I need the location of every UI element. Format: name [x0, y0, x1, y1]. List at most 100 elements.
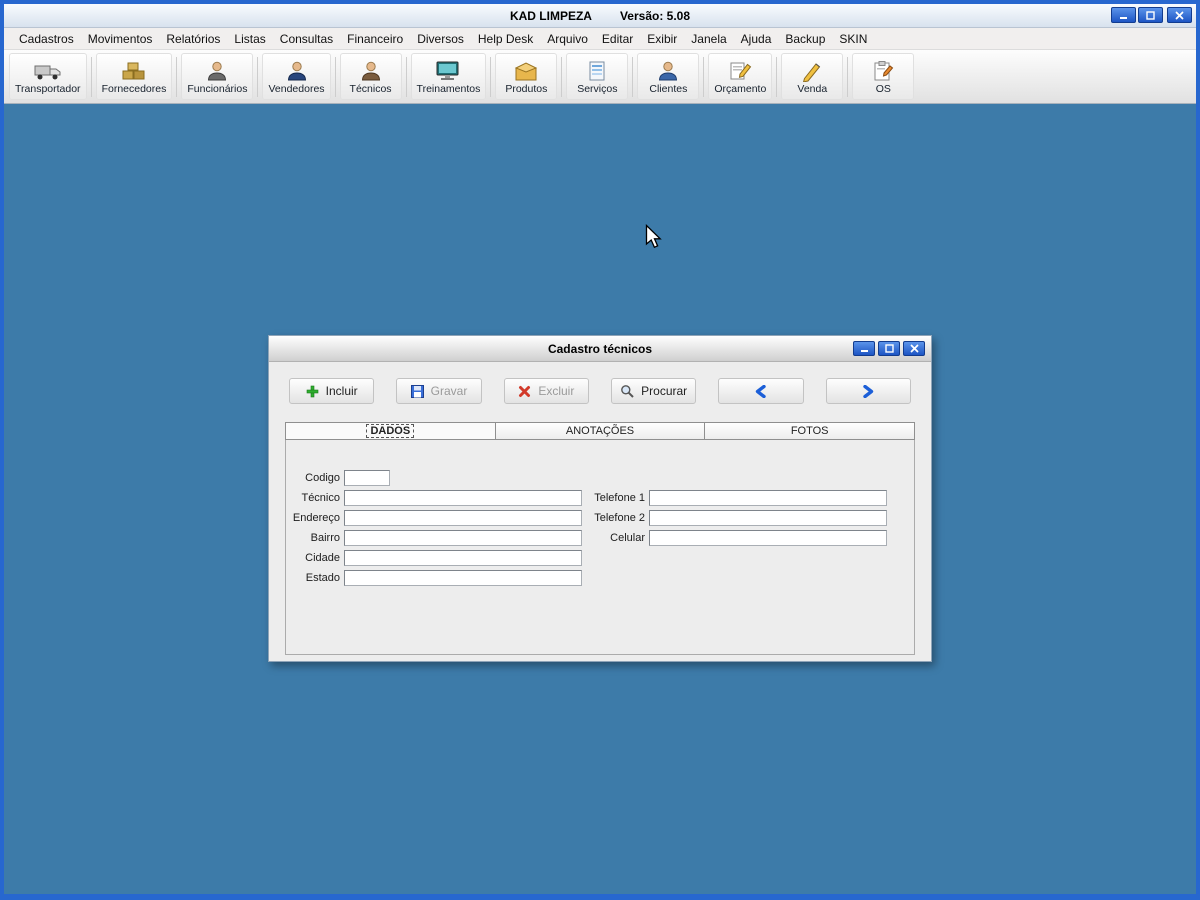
maximize-icon: [1146, 10, 1155, 20]
field-input-celular[interactable]: [649, 530, 887, 546]
field-input-bairro[interactable]: [344, 530, 582, 546]
incluir-button[interactable]: Incluir: [289, 378, 375, 404]
toolbar-button-label: Serviços: [577, 83, 618, 95]
form-left-column: Codigo Técnico Endereço Bairro Cidade Estado: [290, 468, 582, 588]
menu-item-skin[interactable]: SKIN: [832, 29, 874, 49]
menu-bar: Cadastros Movimentos Relatórios Listas Consu…: [4, 28, 1196, 50]
incluir-button-label: Incluir: [325, 384, 358, 398]
field-input-endereco[interactable]: [344, 510, 582, 526]
menu-item-diversos[interactable]: Diversos: [410, 29, 471, 49]
menu-item-ajuda[interactable]: Ajuda: [734, 29, 779, 49]
arrow-right-icon: [861, 384, 875, 398]
excluir-button[interactable]: Excluir: [503, 378, 589, 404]
toolbar-button-os[interactable]: OS: [852, 53, 915, 100]
menu-item-consultas[interactable]: Consultas: [273, 29, 340, 49]
field-input-cidade[interactable]: [344, 550, 582, 566]
menu-item-backup[interactable]: Backup: [778, 29, 832, 49]
field-label-endereco: Endereço: [292, 512, 340, 524]
previous-record-button[interactable]: [718, 378, 804, 404]
truck-icon: [34, 58, 62, 82]
toolbar-button-label: Fornecedores: [101, 83, 167, 95]
field-input-estado[interactable]: [344, 570, 582, 586]
dialog-minimize-button[interactable]: [853, 341, 875, 356]
form-row: Telefone 1: [590, 488, 887, 508]
plus-icon: [306, 385, 319, 398]
toolbar-separator: [405, 56, 407, 97]
services-document-icon: [586, 58, 608, 82]
field-label-bairro: Bairro: [310, 532, 340, 544]
toolbar-button-venda[interactable]: Venda: [781, 53, 844, 100]
delete-icon: [518, 385, 531, 398]
field-label-estado: Estado: [305, 572, 340, 584]
menu-item-janela[interactable]: Janela: [684, 29, 733, 49]
toolbar-button-label: OS: [875, 83, 891, 95]
maximize-button[interactable]: [1138, 7, 1163, 23]
tab-label: ANOTAÇÕES: [565, 425, 635, 437]
next-record-button[interactable]: [825, 378, 911, 404]
main-toolbar: Transportador Fornecedores Funcionários Ven…: [4, 50, 1196, 104]
form-row: Cidade: [290, 548, 582, 568]
form-row: Codigo: [290, 468, 582, 488]
toolbar-button-label: Produtos: [505, 83, 548, 95]
window-controls: [1111, 7, 1192, 23]
toolbar-button-orcamento[interactable]: Orçamento: [708, 53, 773, 100]
arrow-left-icon: [754, 384, 768, 398]
field-input-telefone-2[interactable]: [649, 510, 887, 526]
minimize-icon: [860, 344, 869, 353]
menu-item-exibir[interactable]: Exibir: [640, 29, 684, 49]
minimize-button[interactable]: [1111, 7, 1136, 23]
toolbar-button-produtos[interactable]: Produtos: [495, 53, 558, 100]
employee-icon: [206, 58, 228, 82]
close-icon: [910, 344, 919, 353]
product-box-icon: [514, 58, 539, 82]
close-icon: [1175, 11, 1184, 20]
tab-dados[interactable]: DADOS: [285, 422, 495, 440]
toolbar-button-funcionarios[interactable]: Funcionários: [181, 53, 254, 100]
form-right-column: Telefone 1 Telefone 2 Celular: [590, 488, 887, 548]
monitor-icon: [435, 58, 461, 82]
toolbar-button-label: Treinamentos: [416, 83, 481, 95]
form-row: Celular: [590, 528, 887, 548]
dialog-close-button[interactable]: [903, 341, 925, 356]
minimize-icon: [1119, 11, 1128, 20]
toolbar-button-label: Técnicos: [349, 83, 392, 95]
menu-item-arquivo[interactable]: Arquivo: [540, 29, 595, 49]
toolbar-button-vendedores[interactable]: Vendedores: [262, 53, 331, 100]
toolbar-button-servicos[interactable]: Serviços: [566, 53, 629, 100]
field-label-telefone-2: Telefone 2: [594, 512, 645, 524]
menu-item-help-desk[interactable]: Help Desk: [471, 29, 540, 49]
save-icon: [410, 384, 424, 398]
toolbar-separator: [257, 56, 259, 97]
form-row: Telefone 2: [590, 508, 887, 528]
menu-item-editar[interactable]: Editar: [595, 29, 640, 49]
toolbar-separator: [90, 56, 92, 97]
menu-item-listas[interactable]: Listas: [227, 29, 272, 49]
tab-panel-dados: Codigo Técnico Endereço Bairro Cidade Estado …: [285, 440, 915, 655]
field-input-telefone-1[interactable]: [649, 490, 887, 506]
form-row: Endereço: [290, 508, 582, 528]
menu-item-cadastros[interactable]: Cadastros: [12, 29, 81, 49]
field-input-tecnico[interactable]: [344, 490, 582, 506]
procurar-button[interactable]: Procurar: [610, 378, 697, 404]
dialog-maximize-button[interactable]: [878, 341, 900, 356]
toolbar-button-transportador[interactable]: Transportador: [9, 53, 87, 100]
form-row: Bairro: [290, 528, 582, 548]
gravar-button[interactable]: Gravar: [396, 378, 482, 404]
close-button[interactable]: [1167, 7, 1192, 23]
field-label-codigo: Codigo: [305, 472, 340, 484]
menu-item-financeiro[interactable]: Financeiro: [340, 29, 410, 49]
toolbar-button-treinamentos[interactable]: Treinamentos: [410, 53, 487, 100]
field-input-codigo[interactable]: [344, 470, 390, 486]
gravar-button-label: Gravar: [430, 384, 468, 398]
toolbar-button-clientes[interactable]: Clientes: [637, 53, 700, 100]
menu-item-movimentos[interactable]: Movimentos: [81, 29, 160, 49]
toolbar-button-tecnicos[interactable]: Técnicos: [339, 53, 402, 100]
tab-anotacoes[interactable]: ANOTAÇÕES: [494, 422, 705, 440]
maximize-icon: [884, 344, 894, 353]
dialog-cadastro-tecnicos: Cadastro técnicos Incluir Gravar Excluir Pr…: [268, 335, 932, 662]
toolbar-separator: [776, 56, 778, 97]
menu-item-relatorios[interactable]: Relatórios: [159, 29, 227, 49]
technician-icon: [360, 58, 382, 82]
tab-fotos[interactable]: FOTOS: [704, 422, 916, 440]
toolbar-button-fornecedores[interactable]: Fornecedores: [95, 53, 173, 100]
